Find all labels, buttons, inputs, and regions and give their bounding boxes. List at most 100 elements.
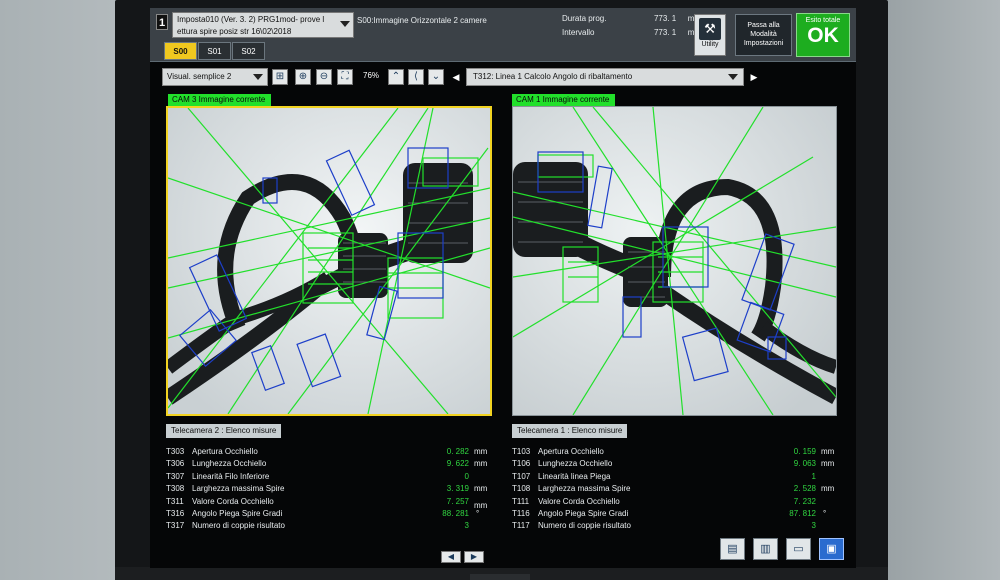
measure-value: 7. 232 [793,496,816,506]
measure-value: 1 [811,471,816,481]
measure-unit: mm [821,447,835,456]
settings-mode-label-1: Passa alla [747,22,780,29]
measure-name: Numero di coppie risultato [192,521,285,531]
timing-label: Durata prog. [562,14,607,23]
tab-s02[interactable]: S02 [232,42,265,60]
measure-code: T303 [166,447,185,456]
measure-code: T307 [166,471,185,481]
measure-name: Angolo Piega Spire Gradi [538,508,629,518]
edit-list-icon[interactable]: ▤ [720,538,745,560]
camera-3-view[interactable] [166,106,492,416]
measure-code: T116 [512,508,530,518]
zoom-in-icon[interactable]: ⊕ [295,69,311,85]
timing-row-duration: Durata prog. 773. 1 ms [562,14,698,28]
timing-row-interval: Intervallo 773. 1 ms [562,28,698,42]
list-item: T107 Linearità linea Piega 1 [512,471,842,483]
view-toolbar: Visual. semplice 2 ⊞ ⊕ ⊖ ⛶ 76% ⌃ ⟨ ⌄ ◀ T… [150,68,856,88]
measure-value: 87. 812 [789,508,816,518]
camera-1-view[interactable] [512,106,837,416]
measures-right-title: Telecamera 1 : Elenco misure [512,424,628,438]
measure-name: Angolo Piega Spire Gradi [192,508,283,518]
overall-result-value: OK [807,24,839,47]
list-item: T108 Larghezza massima Spire 2. 528 mm [512,483,842,495]
measure-name: Lunghezza Occhiello [192,459,267,469]
monitor-screen: 1 Imposta010 (Ver. 3. 2) PRG1mod- prove … [150,8,856,568]
measure-value: 3 [464,521,469,531]
image-view-icon[interactable]: ▣ [819,538,844,560]
prev-image-icon[interactable]: ⟨ [408,69,424,85]
program-select[interactable]: Imposta010 (Ver. 3. 2) PRG1mod- prove l … [172,12,354,38]
measures-left-list: T303 Apertura Occhiello 0. 282 mm T306 Lungh… [166,446,496,533]
measure-unit: mm [821,459,835,469]
measure-name: Valore Corda Occhiello [192,496,274,506]
measure-value: 3. 319 [446,484,469,494]
measure-value: 0 [464,471,469,481]
measure-value: 88. 281 [442,508,469,518]
list-item: T308 Larghezza massima Spire 3. 319 mm [166,483,496,495]
measure-unit: ° [823,508,827,518]
next-image-icon[interactable]: ⌄ [428,69,444,85]
measures-left-title: Telecamera 2 : Elenco misure [166,424,282,438]
measure-code: T103 [512,447,531,456]
wall-background-right [888,0,1000,580]
measure-unit: mm [474,459,488,469]
list-item: T116 Angolo Piega Spire Gradi 87. 812 ° [512,508,842,520]
measure-value: 0. 159 [793,447,816,456]
measure-code: T306 [166,459,185,469]
page-prev-button[interactable]: ◀ [441,551,461,563]
measure-value: 0. 282 [446,447,469,456]
chevron-down-icon [728,74,738,80]
measure-name: Lunghezza Occhiello [538,459,613,469]
bar-chart-icon[interactable]: ▥ [753,538,778,560]
list-item: T103 Apertura Occhiello 0. 159 mm [512,446,842,458]
list-item: T311 Valore Corda Occhiello 7. 257 mm [166,496,496,510]
page-next-button[interactable]: ▶ [464,551,484,563]
measure-name: Numero di coppie risultato [538,521,631,531]
settings-mode-label-2: Modalità [750,31,777,38]
tool-prev-arrow[interactable]: ◀ [449,70,463,84]
layout-icon[interactable]: ⊞ [272,69,288,85]
film-strip-icon[interactable]: ▭ [786,538,811,560]
tab-s01[interactable]: S01 [198,42,231,60]
measure-name: Valore Corda Occhiello [538,496,620,506]
utility-button[interactable]: ⚒ Utility [694,14,726,56]
settings-mode-label-3: Impostazioni [743,40,784,47]
chevron-down-icon [340,21,350,27]
measures-right-list: T103 Apertura Occhiello 0. 159 mm T106 Lungh… [512,446,842,533]
measure-code: T107 [512,471,531,481]
utility-label: Utility [701,41,719,48]
measure-unit: mm [474,447,488,456]
tab-s00[interactable]: S00 [164,42,197,60]
measure-code: T117 [512,521,530,531]
list-item: T306 Lunghezza Occhiello 9. 622 mm [166,458,496,470]
zoom-out-icon[interactable]: ⊖ [316,69,332,85]
timing-value: 773. 1 [653,14,677,23]
header-bar: 1 Imposta010 (Ver. 3. 2) PRG1mod- prove … [150,8,856,62]
measure-value: 2. 528 [793,484,816,494]
measure-name: Apertura Occhiello [538,447,604,456]
tool-next-arrow[interactable]: ▶ [747,70,761,84]
measure-code: T106 [512,459,531,469]
zoom-level: 76% [363,71,380,80]
visual-mode-select[interactable]: Visual. semplice 2 [162,68,268,86]
overall-result-title: Esito totale [805,17,841,24]
list-item: T117 Numero di coppie risultato 3 [512,520,842,532]
camera-3-label: CAM 3 Immagine corrente [168,94,272,106]
measure-code: T111 [512,496,530,506]
settings-mode-button[interactable]: Passa alla Modalità Impostazioni [735,14,792,56]
list-item: T111 Valore Corda Occhiello 7. 232 [512,496,842,508]
monitor-logo-strip [470,574,530,580]
measure-code: T317 [166,521,185,531]
wall-background-left [0,0,115,580]
measures-pager: ◀ ▶ [441,546,487,564]
chevron-down-icon [253,74,263,80]
measure-code: T308 [166,484,185,494]
measure-value: 9. 063 [793,459,816,469]
first-image-icon[interactable]: ⌃ [388,69,404,85]
scene-tabs: S00 S01 S02 [164,41,266,61]
image-info: S00:Immagine Orizzontale 2 camere [357,16,487,25]
fit-screen-icon[interactable]: ⛶ [337,69,353,85]
list-item: T303 Apertura Occhiello 0. 282 mm [166,446,496,458]
measure-unit: mm [821,484,835,494]
tool-select[interactable]: T312: Linea 1 Calcolo Angolo di ribaltam… [466,68,744,86]
